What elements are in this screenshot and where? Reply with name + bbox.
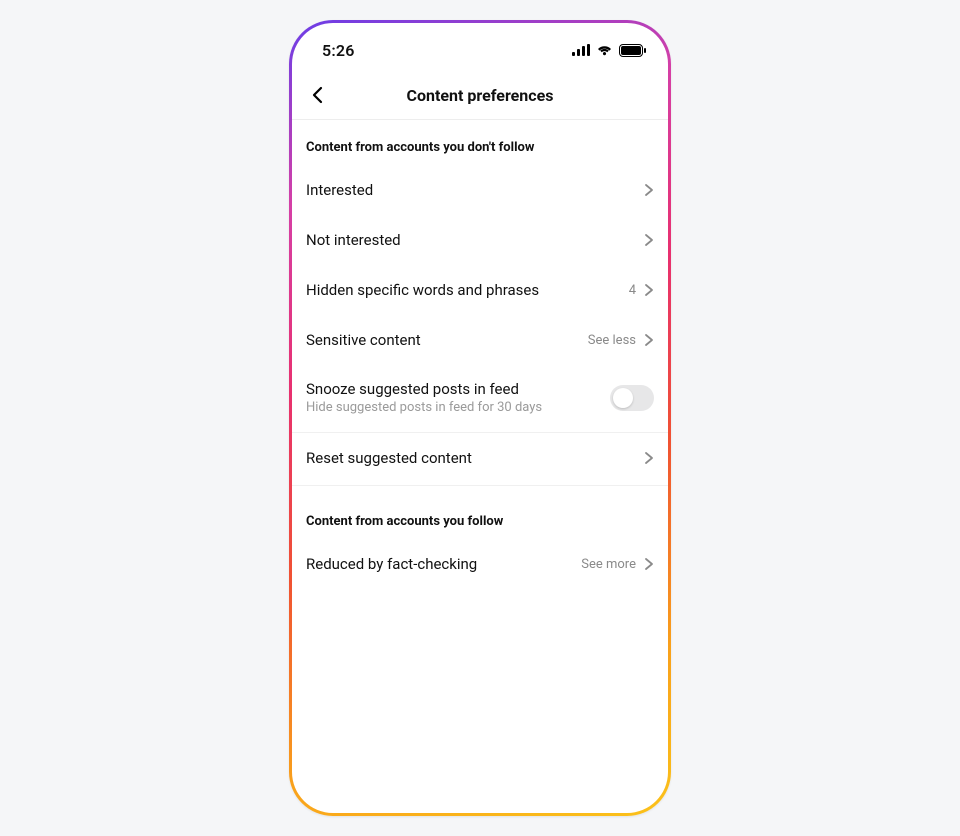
back-button[interactable] — [302, 79, 334, 111]
row-reset-suggested[interactable]: Reset suggested content — [292, 433, 668, 483]
row-label: Reduced by fact-checking — [306, 555, 477, 573]
row-value: See more — [581, 557, 636, 572]
section-header-followed: Content from accounts you follow — [292, 486, 668, 539]
chevron-right-icon — [644, 557, 654, 571]
status-bar: 5:26 — [292, 23, 668, 71]
chevron-right-icon — [644, 233, 654, 247]
nav-bar: Content preferences — [292, 71, 668, 120]
row-hidden-words[interactable]: Hidden specific words and phrases 4 — [292, 265, 668, 315]
battery-icon — [619, 44, 646, 57]
section-header-unfollowed: Content from accounts you don't follow — [292, 120, 668, 165]
row-fact-checking[interactable]: Reduced by fact-checking See more — [292, 539, 668, 589]
row-label: Interested — [306, 181, 373, 199]
chevron-right-icon — [644, 333, 654, 347]
row-label: Sensitive content — [306, 331, 421, 349]
chevron-left-icon — [311, 85, 325, 105]
row-sublabel: Hide suggested posts in feed for 30 days — [306, 400, 542, 415]
chevron-right-icon — [644, 451, 654, 465]
status-time: 5:26 — [322, 41, 355, 60]
snooze-toggle[interactable] — [610, 385, 654, 411]
status-indicators — [572, 44, 646, 57]
row-label: Snooze suggested posts in feed — [306, 380, 542, 398]
row-value: See less — [588, 333, 636, 348]
row-interested[interactable]: Interested — [292, 165, 668, 215]
chevron-right-icon — [644, 283, 654, 297]
row-not-interested[interactable]: Not interested — [292, 215, 668, 265]
row-label: Hidden specific words and phrases — [306, 281, 539, 299]
row-label: Reset suggested content — [306, 449, 472, 467]
cellular-icon — [572, 44, 590, 56]
row-snooze-suggested[interactable]: Snooze suggested posts in feed Hide sugg… — [292, 365, 668, 430]
row-sensitive-content[interactable]: Sensitive content See less — [292, 315, 668, 365]
phone-screen: 5:26 — [292, 23, 668, 813]
page-title: Content preferences — [407, 86, 554, 105]
wifi-icon — [596, 44, 613, 56]
row-value: 4 — [629, 283, 636, 298]
content-scroll[interactable]: Content from accounts you don't follow I… — [292, 120, 668, 813]
row-label: Not interested — [306, 231, 401, 249]
phone-frame: 5:26 — [289, 20, 671, 816]
chevron-right-icon — [644, 183, 654, 197]
